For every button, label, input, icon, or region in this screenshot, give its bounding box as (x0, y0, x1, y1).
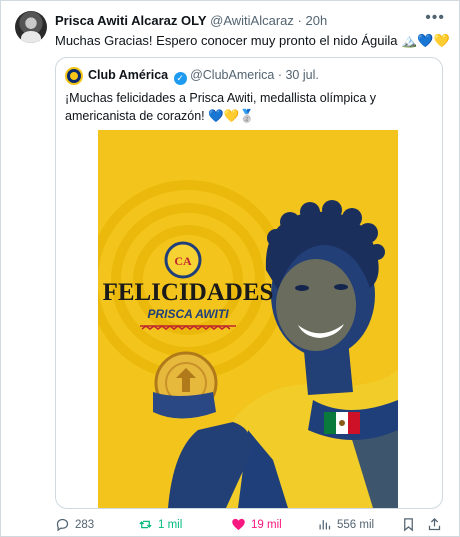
repost-count: 1 mil (158, 518, 183, 531)
tweet-card[interactable]: Prisca Awiti Alcaraz OLY @AwitiAlcaraz ·… (0, 0, 460, 537)
author-avatar[interactable] (15, 11, 47, 43)
action-bar: 283 1 mil 19 mil 556 mil (55, 517, 455, 535)
club-america-avatar[interactable] (65, 67, 83, 85)
repost-button[interactable]: 1 mil (138, 517, 182, 532)
yellow-heart-icon: 💛 (433, 33, 450, 48)
tweet-header: Prisca Awiti Alcaraz OLY @AwitiAlcaraz ·… (55, 13, 327, 28)
mexico-flag-icon (324, 412, 360, 434)
verified-badge-icon: ✓ (173, 72, 187, 85)
repost-icon (139, 520, 152, 529)
poster-headline: FELICIDADES (103, 279, 274, 306)
poster-subtitle: PRISCA AWITI (147, 307, 229, 321)
reply-icon (56, 518, 69, 532)
views-button[interactable]: 556 mil (317, 517, 374, 532)
separator-dot: · (297, 13, 302, 28)
poster-graphic: CA FELICIDADES PRISCA AWITI (98, 130, 398, 508)
author-handle[interactable]: @AwitiAlcaraz (210, 13, 294, 28)
bookmark-icon (404, 518, 413, 532)
tweet-text: Muchas Gracias! Espero conocer muy pront… (55, 33, 450, 49)
yellow-heart-icon: 💛 (223, 109, 240, 123)
like-button[interactable]: 19 mil (231, 517, 282, 532)
eagle-nest-emoji-icon: 🏔️ (401, 33, 418, 48)
blue-heart-icon: 💙 (208, 109, 224, 123)
views-chart-icon (319, 520, 331, 530)
congratulations-poster-image[interactable]: CA FELICIDADES PRISCA AWITI (98, 130, 398, 508)
author-name[interactable]: Prisca Awiti Alcaraz OLY (55, 13, 207, 28)
quoted-date[interactable]: 30 jul. (285, 68, 318, 82)
bookmark-button[interactable] (401, 517, 416, 532)
reply-button[interactable]: 283 (55, 517, 94, 532)
reply-count: 283 (75, 518, 95, 531)
views-count: 556 mil (337, 518, 375, 531)
share-icon (428, 517, 441, 531)
quoted-handle[interactable]: @ClubAmerica (190, 68, 274, 82)
quoted-tweet[interactable]: Club América ✓ @ClubAmerica · 30 jul. ¡M… (55, 57, 443, 509)
quoted-text: ¡Muchas felicidades a Prisca Awiti, meda… (65, 89, 437, 125)
tweet-time[interactable]: 20h (305, 13, 327, 28)
club-crest-text: CA (174, 254, 192, 268)
heart-filled-icon (232, 518, 245, 531)
more-options-icon[interactable]: ••• (425, 9, 445, 27)
like-count: 19 mil (251, 518, 282, 531)
quoted-author-name[interactable]: Club América (88, 68, 168, 82)
silver-medal-icon: 🥈 (239, 109, 255, 123)
separator-dot: · (277, 68, 282, 82)
share-button[interactable] (427, 517, 442, 532)
blue-heart-icon: 💙 (417, 33, 434, 48)
quoted-header: Club América ✓ @ClubAmerica · 30 jul. (88, 68, 319, 85)
tweet-text-body: Muchas Gracias! Espero conocer muy pront… (55, 33, 398, 48)
